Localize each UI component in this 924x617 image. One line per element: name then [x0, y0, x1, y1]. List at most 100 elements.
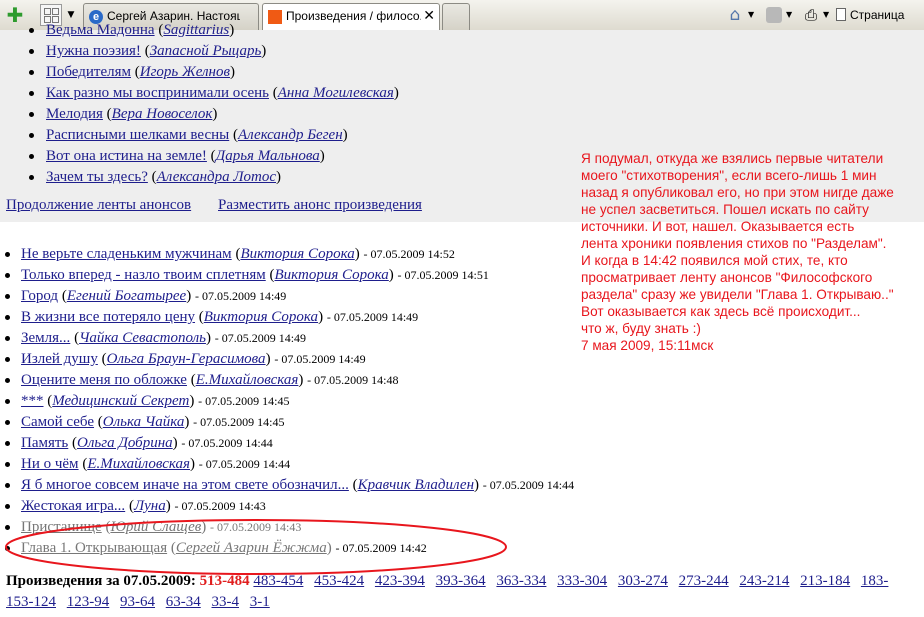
list-item: Самой себе (Олька Чайка) - 07.05.2009 14… — [4, 414, 285, 430]
author-link[interactable]: Александра Лотос — [157, 169, 276, 185]
author-link[interactable]: Дарья Мальнова — [216, 148, 320, 164]
close-tab-icon[interactable]: ✕ — [423, 4, 435, 29]
current-page: 513-484 — [199, 573, 250, 589]
pagination: Произведения за 07.05.2009: 513-484 483-… — [6, 571, 924, 592]
list-item: Оцените меня по обложке (Е.Михайловская)… — [4, 372, 399, 388]
work-title-link[interactable]: *** — [21, 393, 44, 409]
post-announcement-link[interactable]: Разместить анонс произведения — [218, 197, 422, 213]
work-title-link[interactable]: Память — [21, 435, 68, 451]
work-title-link[interactable]: Самой себе — [21, 414, 94, 430]
work-title-link[interactable]: Излей душу — [21, 351, 98, 367]
author-link[interactable]: Егений Богатырее — [67, 288, 186, 304]
author-link[interactable]: Виктория Сорока — [204, 309, 318, 325]
page-link[interactable]: 3-1 — [250, 594, 270, 610]
print-chevron-down-icon[interactable]: ▼ — [823, 4, 829, 26]
page-link[interactable]: 483-454 — [253, 573, 303, 589]
site-favicon-icon — [268, 10, 282, 24]
publish-date-value: 07.05.2009 14:49 — [201, 289, 287, 303]
publish-date-value: 07.05.2009 14:48 — [314, 373, 399, 387]
home-icon[interactable]: ⌂ — [724, 4, 746, 26]
list-item: Я б многое совсем иначе на этом свете об… — [4, 477, 575, 493]
work-title-link[interactable]: Ни о чём — [21, 456, 79, 472]
tab-proizvedeniya[interactable]: Произведения / филосо... ✕ — [262, 3, 440, 30]
author-link[interactable]: Запасной Рыцарь — [150, 43, 262, 59]
work-title-link[interactable]: Только вперед - назло твоим сплетням — [21, 267, 266, 283]
tab-label: Произведения / филосо... — [286, 9, 421, 23]
page-link[interactable]: 243-214 — [739, 573, 789, 589]
author-link[interactable]: Sagittarius — [163, 22, 229, 38]
page-link[interactable]: 123-94 — [67, 594, 110, 610]
author-link[interactable]: Медицинский Секрет — [52, 393, 189, 409]
page-link[interactable]: 363-334 — [496, 573, 546, 589]
rss-chevron-down-icon[interactable]: ▼ — [786, 4, 792, 26]
author-link[interactable]: Ольга Добрина — [77, 435, 173, 451]
page-link[interactable]: 333-304 — [557, 573, 607, 589]
annotation-line: просматривает ленту анонсов "Философског… — [581, 270, 873, 285]
page-link[interactable]: 423-394 — [375, 573, 425, 589]
work-title-link[interactable]: Город — [21, 288, 58, 304]
author-link[interactable]: Виктория Сорока — [275, 267, 389, 283]
annotation-line: что ж, буду знать :) — [581, 321, 701, 336]
author-link[interactable]: Игорь Желнов — [140, 64, 230, 80]
publish-date: - 07.05.2009 14:44 — [482, 478, 575, 492]
author-link[interactable]: Олька Чайка — [103, 414, 185, 430]
author-link[interactable]: Анна Могилевская — [278, 85, 394, 101]
page-link[interactable]: 183- — [861, 573, 889, 589]
author-link[interactable]: Виктория Сорока — [240, 246, 354, 262]
favorites-star-icon[interactable]: ✚ — [4, 4, 26, 26]
page-menu-button[interactable]: Страница — [836, 4, 924, 26]
list-item: Победителям (Игорь Желнов) — [28, 64, 236, 80]
work-title-link[interactable]: Победителям — [46, 64, 131, 80]
work-title-link[interactable]: Вот она истина на земле! — [46, 148, 207, 164]
publish-date-value: 07.05.2009 14:44 — [188, 436, 273, 450]
author-link[interactable]: Вера Новоселок — [112, 106, 213, 122]
list-item: Ни о чём (Е.Михайловская) - 07.05.2009 1… — [4, 456, 291, 472]
author-link[interactable]: Кравчик Владилен — [358, 477, 474, 493]
work-title-link[interactable]: Оцените меня по обложке — [21, 372, 187, 388]
publish-date-value: 07.05.2009 14:52 — [370, 247, 455, 261]
author-link[interactable]: Ольга Браун-Герасимова — [107, 351, 266, 367]
publish-date: - 07.05.2009 14:48 — [307, 373, 399, 387]
annotation-line: назад я опубликовал его, но при этом ниг… — [581, 185, 894, 200]
publish-date: - 07.05.2009 14:43 — [174, 499, 266, 513]
work-title-link[interactable]: В жизни все потеряло цену — [21, 309, 195, 325]
page-link[interactable]: 93-64 — [120, 594, 155, 610]
work-title-link[interactable]: Расписными шелками весны — [46, 127, 229, 143]
work-title-link[interactable]: Нужна поэзия! — [46, 43, 141, 59]
new-tab-button[interactable] — [442, 3, 470, 30]
publish-date: - 07.05.2009 14:44 — [181, 436, 273, 450]
author-link[interactable]: Александр Беген — [238, 127, 343, 143]
page-link[interactable]: 453-424 — [314, 573, 364, 589]
home-chevron-down-icon[interactable]: ▼ — [748, 4, 754, 26]
publish-date-value: 07.05.2009 14:49 — [333, 310, 419, 324]
author-link[interactable]: Е.Михайловская — [196, 372, 299, 388]
page-link[interactable]: 213-184 — [800, 573, 850, 589]
page-link[interactable]: 63-34 — [166, 594, 201, 610]
work-title-link[interactable]: Мелодия — [46, 106, 103, 122]
annotation-line: Вот оказывается как здесь всё происходит… — [581, 304, 861, 319]
work-title-link[interactable]: Я б многое совсем иначе на этом свете об… — [21, 477, 349, 493]
work-title-link[interactable]: Как разно мы воспринимали осень — [46, 85, 269, 101]
work-title-link[interactable]: Не верьте сладеньким мужчинам — [21, 246, 232, 262]
page-link[interactable]: 153-124 — [6, 594, 56, 610]
work-title-link[interactable]: Земля... — [21, 330, 70, 346]
author-link[interactable]: Луна — [134, 498, 166, 514]
work-title-link[interactable]: Ведьма Мадонна — [46, 22, 155, 38]
page-link[interactable]: 273-244 — [679, 573, 729, 589]
publish-date-value: 07.05.2009 14:51 — [404, 268, 489, 282]
continue-feed-link[interactable]: Продолжение ленты анонсов — [6, 197, 191, 213]
print-icon[interactable]: ⎙ — [801, 4, 821, 26]
page-link[interactable]: 393-364 — [436, 573, 486, 589]
list-item: Земля... (Чайка Севастополь) - 07.05.200… — [4, 330, 307, 346]
author-link[interactable]: Е.Михайловская — [87, 456, 190, 472]
red-highlight-ellipse — [5, 519, 507, 575]
work-title-link[interactable]: Зачем ты здесь? — [46, 169, 148, 185]
list-item: Город (Егений Богатырее) - 07.05.2009 14… — [4, 288, 287, 304]
page-link[interactable]: 33-4 — [212, 594, 240, 610]
annotation-line: моего "стихотворения", если всего-лишь 1… — [581, 168, 877, 183]
red-annotation-text: Я подумал, откуда же взялись первые чита… — [581, 150, 924, 354]
work-title-link[interactable]: Жестокая игра... — [21, 498, 125, 514]
rss-feed-icon[interactable] — [766, 7, 782, 23]
author-link[interactable]: Чайка Севастополь — [79, 330, 206, 346]
page-link[interactable]: 303-274 — [618, 573, 668, 589]
